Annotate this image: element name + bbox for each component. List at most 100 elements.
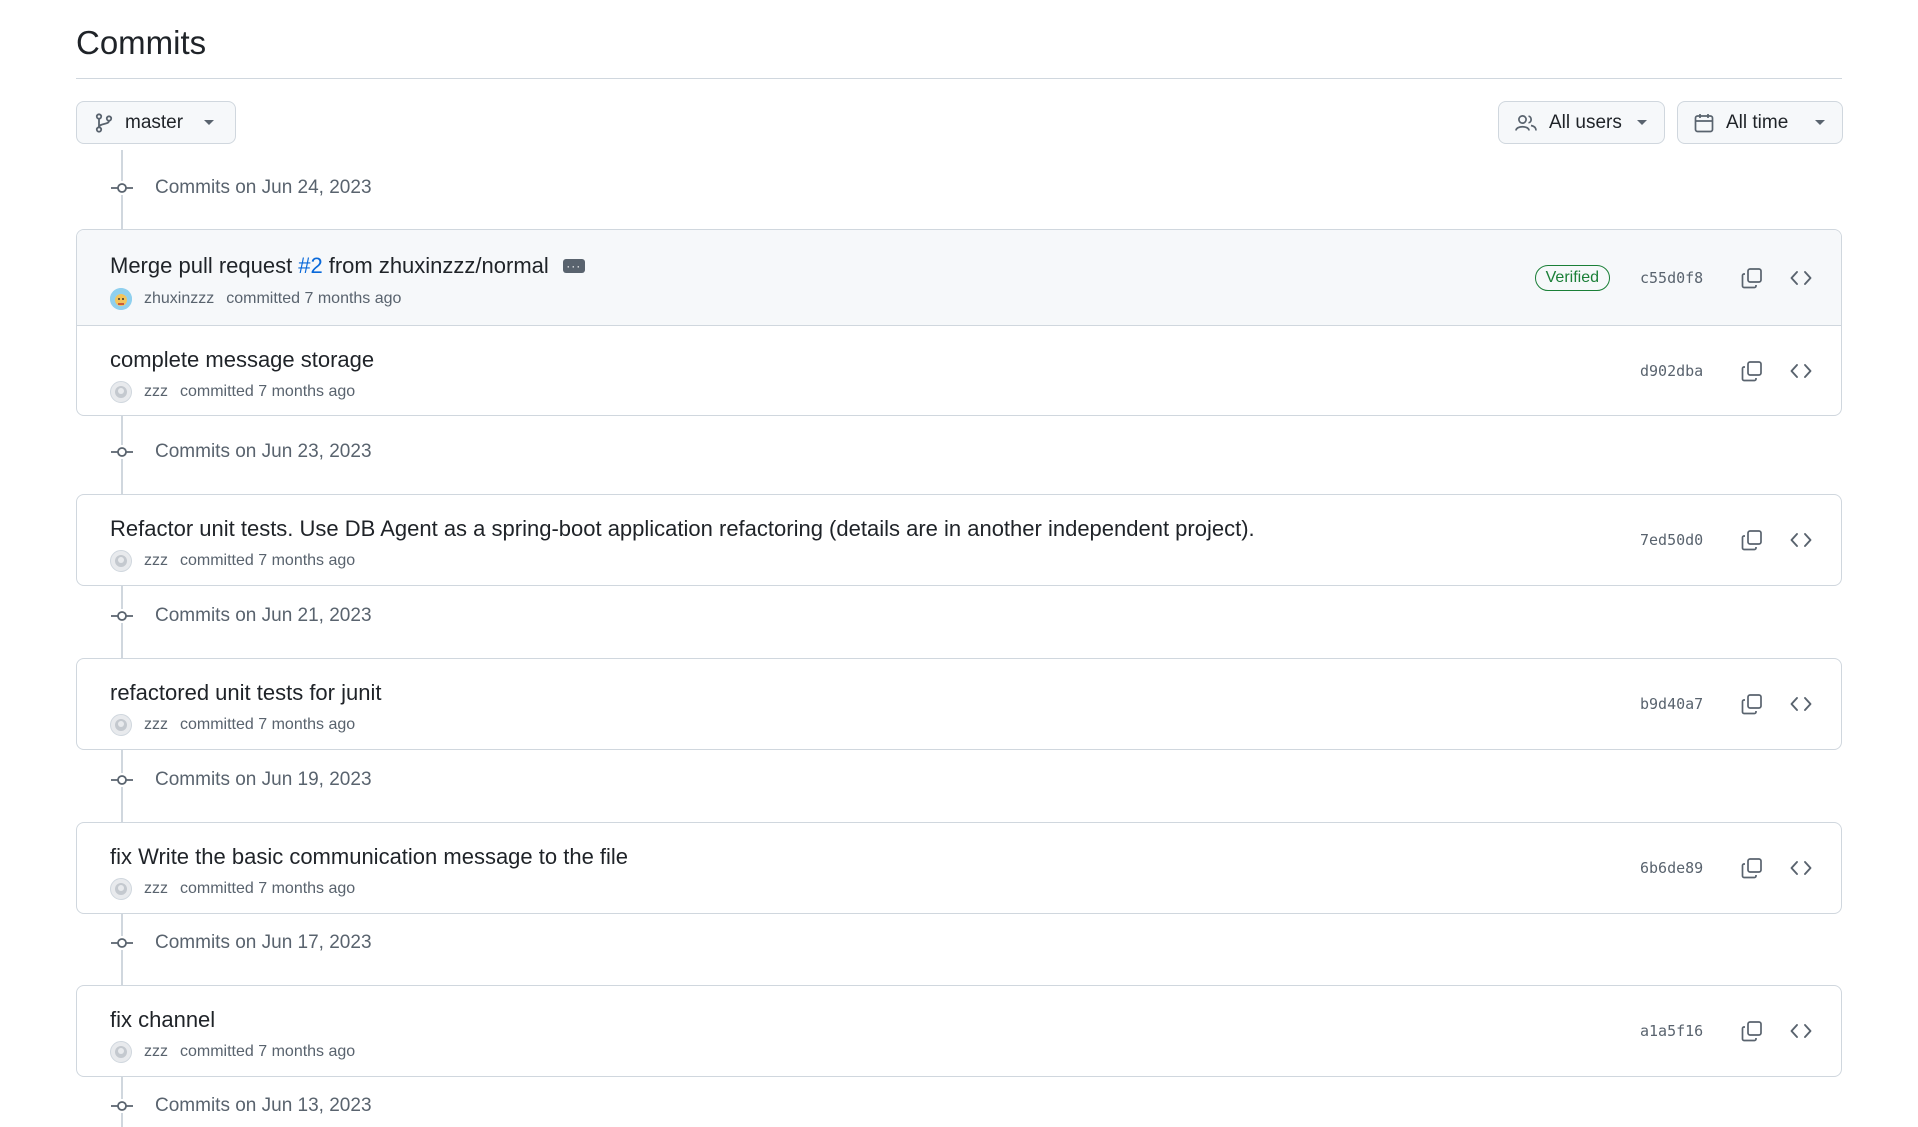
day-header: Commits on Jun 23, 2023 xyxy=(76,437,676,467)
copy-icon[interactable] xyxy=(1734,850,1770,886)
commit-group: Merge pull request #2 from zhuxinzzz/nor… xyxy=(76,229,1842,416)
commit-meta: zzz committed 7 months ago xyxy=(110,878,355,900)
commits-page: Commits master All users All time Commit… xyxy=(0,0,1918,1127)
commit-message[interactable]: fix Write the basic communication messag… xyxy=(110,843,628,871)
commit-message[interactable]: Merge pull request #2 from zhuxinzzz/nor… xyxy=(110,252,585,280)
commit-row: Refactor unit tests. Use DB Agent as a s… xyxy=(77,495,1841,585)
commit-sha-link[interactable]: a1a5f16 xyxy=(1640,1022,1720,1040)
git-branch-icon xyxy=(95,112,113,133)
copy-icon[interactable] xyxy=(1734,353,1770,389)
commit-message[interactable]: refactored unit tests for junit xyxy=(110,679,381,707)
avatar[interactable] xyxy=(110,1041,132,1063)
commit-actions: d902dba xyxy=(1640,326,1841,415)
commit-message[interactable]: fix channel xyxy=(110,1006,215,1034)
time-filter-label: All time xyxy=(1726,111,1789,133)
ellipsis-expand-icon[interactable]: ··· xyxy=(562,259,585,273)
users-filter-label: All users xyxy=(1549,111,1622,133)
commit-time: committed 7 months ago xyxy=(180,880,356,897)
page-title: Commits xyxy=(76,24,207,61)
day-header-label: Commits on Jun 13, 2023 xyxy=(155,1095,372,1116)
chevron-down-icon xyxy=(203,119,215,127)
commit-time: committed 7 months ago xyxy=(180,716,356,733)
calendar-icon xyxy=(1694,113,1714,133)
time-filter-button[interactable]: All time xyxy=(1677,101,1843,144)
commit-time: committed 7 months ago xyxy=(180,1043,356,1060)
commit-meta: zzz committed 7 months ago xyxy=(110,714,355,736)
branch-selector-label: master xyxy=(125,111,184,133)
git-commit-icon xyxy=(110,773,134,787)
commit-sha-link[interactable]: b9d40a7 xyxy=(1640,695,1720,713)
avatar[interactable] xyxy=(110,288,132,310)
day-header: Commits on Jun 13, 2023 xyxy=(76,1091,676,1121)
commit-meta: zzz committed 7 months ago xyxy=(110,550,355,572)
day-header-label: Commits on Jun 21, 2023 xyxy=(155,605,372,626)
day-header: Commits on Jun 21, 2023 xyxy=(76,601,676,631)
code-browse-icon[interactable] xyxy=(1783,850,1819,886)
commit-group: refactored unit tests for junit zzz comm… xyxy=(76,658,1842,750)
commit-row: fix Write the basic communication messag… xyxy=(77,823,1841,913)
commit-actions: 6b6de89 xyxy=(1640,823,1841,913)
commit-message[interactable]: complete message storage xyxy=(110,346,374,374)
code-browse-icon[interactable] xyxy=(1783,260,1819,296)
commit-actions: a1a5f16 xyxy=(1640,986,1841,1076)
code-browse-icon[interactable] xyxy=(1783,522,1819,558)
copy-icon[interactable] xyxy=(1734,522,1770,558)
people-icon xyxy=(1515,114,1537,132)
commit-author[interactable]: zzz xyxy=(144,1043,168,1061)
commit-message-suffix: from zhuxinzzz/normal xyxy=(328,253,549,278)
copy-icon[interactable] xyxy=(1734,686,1770,722)
commit-sha-link[interactable]: d902dba xyxy=(1640,362,1720,380)
git-commit-icon xyxy=(110,445,134,459)
commit-sha-link[interactable]: c55d0f8 xyxy=(1640,269,1720,287)
commit-meta: zzz committed 7 months ago xyxy=(110,381,355,403)
commit-row: Merge pull request #2 from zhuxinzzz/nor… xyxy=(77,230,1841,325)
title-divider xyxy=(76,78,1842,79)
day-header: Commits on Jun 17, 2023 xyxy=(76,928,676,958)
commit-sha-link[interactable]: 6b6de89 xyxy=(1640,859,1720,877)
chevron-down-icon xyxy=(1636,119,1648,127)
commit-message[interactable]: Refactor unit tests. Use DB Agent as a s… xyxy=(110,515,1255,543)
commit-row: complete message storage zzz committed 7… xyxy=(77,325,1841,415)
git-commit-icon xyxy=(110,1099,134,1113)
commit-author[interactable]: zzz xyxy=(144,383,168,401)
commit-group: Refactor unit tests. Use DB Agent as a s… xyxy=(76,494,1842,586)
code-browse-icon[interactable] xyxy=(1783,1013,1819,1049)
commit-time: committed 7 months ago xyxy=(180,383,356,400)
commit-actions: b9d40a7 xyxy=(1640,659,1841,749)
commit-group: fix channel zzz committed 7 months ago a… xyxy=(76,985,1842,1077)
commit-author[interactable]: zzz xyxy=(144,880,168,898)
verified-badge[interactable]: Verified xyxy=(1534,264,1610,291)
commit-time: committed 7 months ago xyxy=(226,290,402,307)
git-commit-icon xyxy=(110,609,134,623)
commit-meta: zzz committed 7 months ago xyxy=(110,1041,355,1063)
code-browse-icon[interactable] xyxy=(1783,353,1819,389)
commit-row: refactored unit tests for junit zzz comm… xyxy=(77,659,1841,749)
commit-author[interactable]: zzz xyxy=(144,552,168,570)
commit-author[interactable]: zhuxinzzz xyxy=(144,290,214,308)
commit-actions: 7ed50d0 xyxy=(1640,495,1841,585)
day-header-label: Commits on Jun 19, 2023 xyxy=(155,769,372,790)
pull-request-link[interactable]: #2 xyxy=(298,252,322,280)
avatar[interactable] xyxy=(110,381,132,403)
day-header: Commits on Jun 24, 2023 xyxy=(76,173,676,203)
chevron-down-icon xyxy=(1814,119,1826,127)
users-filter-button[interactable]: All users xyxy=(1498,101,1665,144)
day-header-label: Commits on Jun 24, 2023 xyxy=(155,177,372,198)
avatar[interactable] xyxy=(110,878,132,900)
commits-timeline: Commits on Jun 24, 2023 Merge pull reque… xyxy=(76,150,1842,1127)
commit-meta: zhuxinzzz committed 7 months ago xyxy=(110,288,401,310)
avatar[interactable] xyxy=(110,550,132,572)
commit-time: committed 7 months ago xyxy=(180,552,356,569)
commit-actions: Verified c55d0f8 xyxy=(1534,230,1841,325)
commit-author[interactable]: zzz xyxy=(144,716,168,734)
copy-icon[interactable] xyxy=(1734,1013,1770,1049)
code-browse-icon[interactable] xyxy=(1783,686,1819,722)
commit-sha-link[interactable]: 7ed50d0 xyxy=(1640,531,1720,549)
git-commit-icon xyxy=(110,181,134,195)
avatar[interactable] xyxy=(110,714,132,736)
git-commit-icon xyxy=(110,936,134,950)
branch-selector-button[interactable]: master xyxy=(76,101,236,144)
commit-row: fix channel zzz committed 7 months ago a… xyxy=(77,986,1841,1076)
copy-icon[interactable] xyxy=(1734,260,1770,296)
day-header-label: Commits on Jun 23, 2023 xyxy=(155,441,372,462)
